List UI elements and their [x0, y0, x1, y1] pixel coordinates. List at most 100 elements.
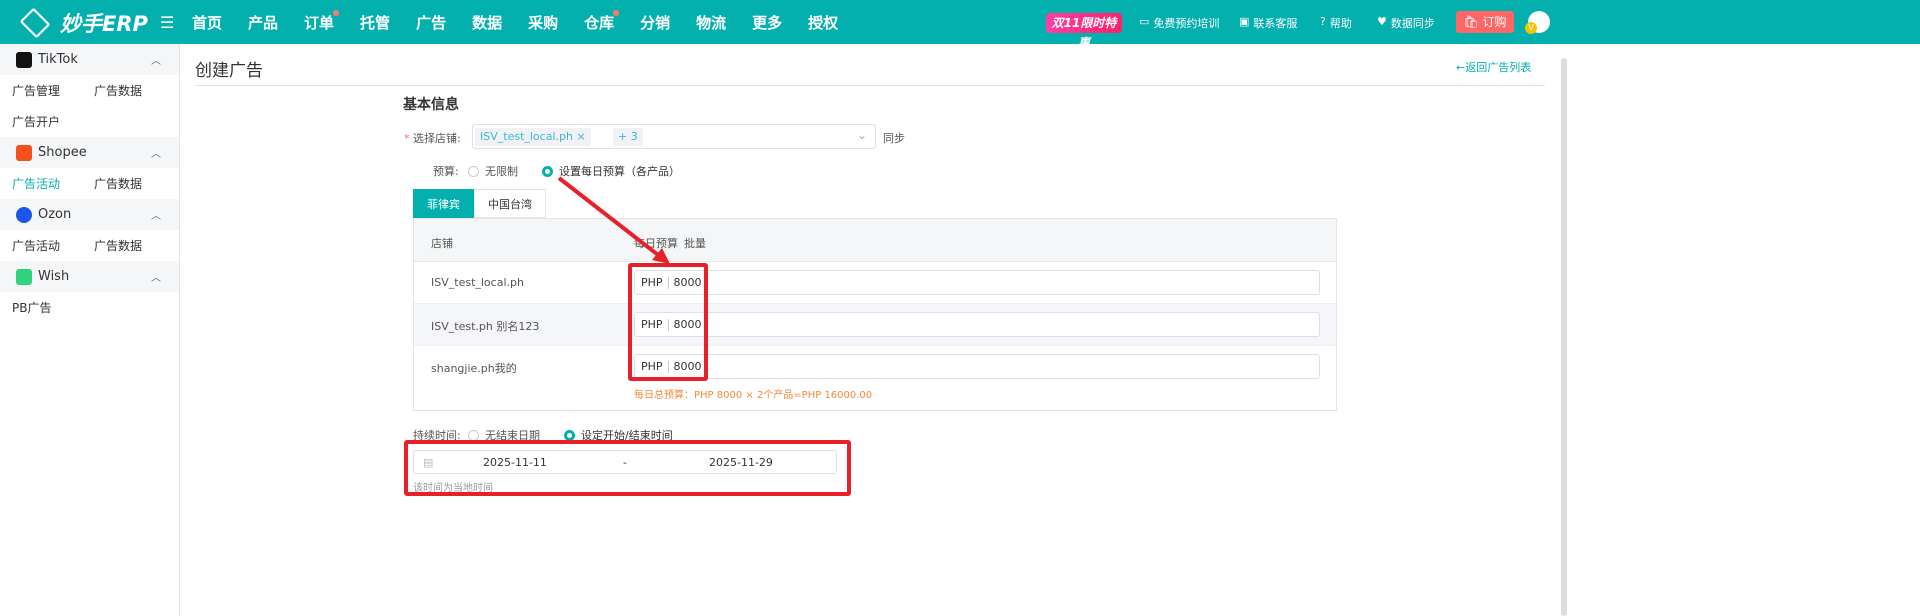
nav-orders[interactable]: 订单	[304, 9, 340, 33]
budget-daily-radio[interactable]: 设置每日预算（各产品）	[542, 163, 680, 179]
help-link[interactable]: ? 帮助	[1320, 15, 1352, 31]
group-label: Wish	[38, 269, 70, 284]
ozon-icon	[16, 206, 32, 223]
sidebar-item[interactable]: 广告数据	[94, 237, 176, 254]
sidebar-group-shopee[interactable]: Shopee ︿	[0, 137, 179, 168]
logo-text: 妙手ERP	[60, 12, 148, 36]
group-label: Shopee	[38, 145, 87, 160]
nav-products[interactable]: 产品	[248, 12, 278, 33]
more-stores-tag: + 3	[613, 128, 643, 146]
table-header: 店铺 每日预算 批量	[414, 219, 1336, 262]
section-title: 基本信息	[403, 97, 459, 113]
col-budget: 每日预算	[634, 237, 678, 250]
col-store: 店铺	[431, 237, 453, 250]
sidebar-item[interactable]: PB广告	[12, 299, 94, 316]
order-label: 订购	[1482, 15, 1507, 29]
nav-logistics[interactable]: 物流	[696, 12, 726, 33]
sync-label: 数据同步	[1390, 17, 1435, 30]
nav-home[interactable]: 首页	[192, 12, 222, 33]
nav-data[interactable]: 数据	[472, 12, 502, 33]
store-label: * 选择店铺:	[404, 132, 461, 145]
sidebar-item[interactable]: 广告数据	[94, 82, 176, 99]
help-label: 帮助	[1329, 17, 1352, 30]
sidebar-group-ozon[interactable]: Ozon ︿	[0, 199, 179, 230]
radio-icon	[468, 166, 479, 177]
close-icon[interactable]: ×	[576, 130, 585, 143]
budget-unlimited-radio[interactable]: 无限制	[468, 163, 518, 179]
budget-input[interactable]: PHP 8000	[634, 270, 1320, 295]
nav-hosting[interactable]: 托管	[360, 12, 390, 33]
chevron-up-icon: ︿	[151, 149, 161, 160]
sidebar-item[interactable]: 广告管理	[12, 82, 94, 99]
store-label-text: 选择店铺:	[413, 132, 461, 145]
order-button[interactable]: 🛍 订购	[1456, 11, 1514, 33]
page-title: 创建广告	[195, 61, 263, 81]
region-tabs: 菲律宾 中国台湾	[413, 189, 546, 218]
tiktok-icon	[16, 51, 32, 68]
table-row: ISV_test_local.ph PHP 8000	[414, 262, 1336, 304]
back-to-list-link[interactable]: ←返回广告列表	[1456, 59, 1531, 75]
nav-warehouse[interactable]: 仓库	[584, 9, 620, 33]
store-name: ISV_test.ph 别名123	[431, 320, 540, 333]
nav-purchase[interactable]: 采购	[528, 12, 558, 33]
sidebar-group-tiktok[interactable]: TikTok ︿	[0, 44, 179, 75]
nav-ads[interactable]: 广告	[416, 12, 446, 33]
table-row: shangjie.ph我的 PHP 8000 每日总预算：PHP 8000 × 2个…	[414, 346, 1336, 401]
radio-label: 无限制	[485, 165, 518, 178]
budget-label: 预算:	[433, 165, 459, 178]
store-name: shangjie.ph我的	[431, 362, 517, 375]
sync-button[interactable]: 同步	[883, 130, 905, 146]
divider	[195, 85, 1545, 86]
store-select[interactable]: ISV_test_local.ph × + 3 ⌄	[472, 124, 876, 149]
nav-auth[interactable]: 授权	[808, 12, 838, 33]
batch-button[interactable]: 批量	[684, 235, 706, 251]
logo[interactable]: 妙手ERP	[18, 7, 148, 39]
vip-badge: V	[1525, 22, 1537, 34]
store-name: ISV_test_local.ph	[431, 276, 524, 289]
store-tag: ISV_test_local.ph ×	[475, 128, 591, 146]
highlight-box-budget	[628, 263, 708, 381]
total-budget-note: 每日总预算：PHP 8000 × 2个产品=PHP 16000.00	[634, 390, 873, 401]
budget-input[interactable]: PHP 8000	[634, 354, 1320, 379]
chevron-down-icon: ⌄	[856, 128, 867, 142]
main-nav: 首页 产品 订单 托管 广告 数据 采购 仓库 分销 物流 更多 授权	[192, 0, 864, 44]
tab-taiwan[interactable]: 中国台湾	[474, 189, 546, 218]
promo-badge[interactable]: 双11限时特惠	[1046, 13, 1122, 50]
chevron-up-icon: ︿	[151, 211, 161, 222]
top-navbar: 妙手ERP ☰ 首页 产品 订单 托管 广告 数据 采购 仓库 分销 物流 更多…	[0, 0, 1920, 50]
budget-input[interactable]: PHP 8000	[634, 312, 1320, 337]
support-link[interactable]: ▣ 联系客服	[1239, 15, 1297, 31]
tab-philippines[interactable]: 菲律宾	[413, 189, 474, 218]
sync-link[interactable]: ♥ 数据同步	[1377, 15, 1435, 31]
nav-more[interactable]: 更多	[752, 12, 782, 33]
group-label: TikTok	[38, 52, 78, 67]
help-icon: ?	[1320, 15, 1326, 28]
group-label: Ozon	[38, 207, 72, 222]
radio-checked-icon	[542, 166, 553, 177]
monitor-icon: ▭	[1139, 15, 1150, 28]
logo-icon	[19, 7, 51, 39]
wish-icon	[16, 268, 32, 285]
training-link[interactable]: ▭ 免费预约培训	[1139, 15, 1219, 31]
sidebar-item-active[interactable]: 广告活动	[12, 175, 94, 192]
training-label: 免费预约培训	[1153, 17, 1220, 30]
menu-icon[interactable]: ☰	[160, 13, 174, 32]
heart-icon: ♥	[1377, 15, 1387, 28]
sidebar-item[interactable]: 广告开户	[12, 113, 94, 130]
budget-table: 店铺 每日预算 批量 ISV_test_local.ph PHP 8000 ISV_…	[413, 218, 1337, 411]
avatar[interactable]: V	[1525, 11, 1550, 34]
sidebar-item[interactable]: 广告数据	[94, 175, 176, 192]
chevron-up-icon: ︿	[151, 56, 161, 67]
highlight-box-date	[404, 440, 851, 496]
support-label: 联系客服	[1253, 17, 1298, 30]
sidebar-group-wish[interactable]: Wish ︿	[0, 261, 179, 292]
nav-distribution[interactable]: 分销	[640, 12, 670, 33]
store-tag-label: ISV_test_local.ph	[480, 130, 573, 143]
chat-icon: ▣	[1239, 15, 1250, 28]
sidebar-item[interactable]: 广告活动	[12, 237, 94, 254]
chevron-up-icon: ︿	[151, 273, 161, 284]
scrollbar[interactable]	[1561, 58, 1567, 616]
radio-label: 设置每日预算（各产品）	[559, 165, 680, 178]
shopee-icon	[16, 144, 32, 161]
sidebar: TikTok ︿ 广告管理 广告数据 广告开户 Shopee ︿ 广告活动 广告数据 O…	[0, 44, 180, 616]
